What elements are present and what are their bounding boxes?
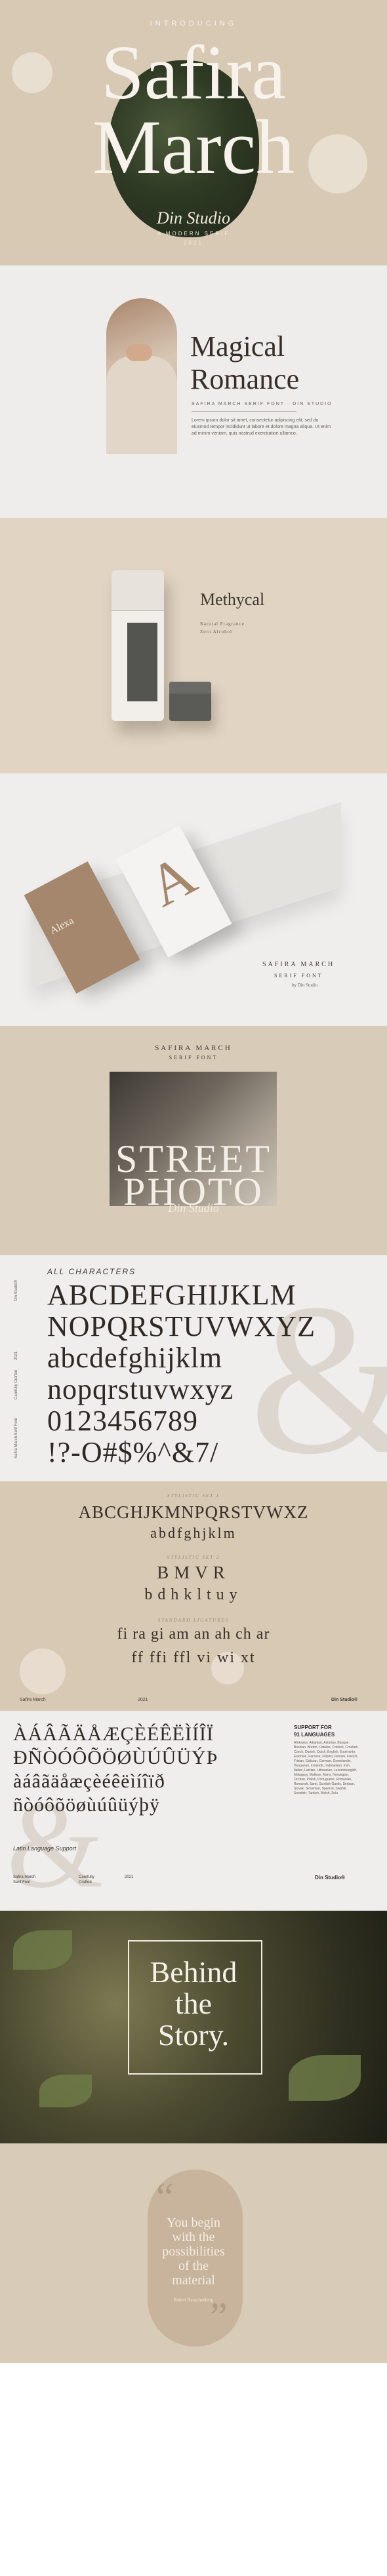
quote-line: possibilities <box>162 2244 225 2259</box>
footer-year: 2021 <box>138 1698 148 1702</box>
street-header: SAFIRA MARCH <box>155 1044 232 1052</box>
char-row: nopqrstuvwxyz <box>47 1373 234 1405</box>
romance-title-line-2: Romance <box>190 363 300 395</box>
intro-kicker: INTRODUCING <box>150 20 237 28</box>
romance-body: Lorem ipsum dolor sit amet, consectetur … <box>192 418 331 436</box>
romance-title: Magical Romance <box>190 330 299 396</box>
product-line-2: Zero Alcohol <box>200 629 233 634</box>
support-title-line-1: SUPPORT FOR <box>294 1725 332 1730</box>
footer-font-name: Safira March <box>20 1698 46 1702</box>
quote-line: of the <box>178 2259 209 2273</box>
characters-header: ALL CHARACTERS <box>47 1267 136 1276</box>
set2-uppercase: BMVR <box>157 1563 230 1582</box>
title-line-1: Safira <box>101 29 286 115</box>
intro-subtitle: A MODERN SERIF <box>157 231 230 237</box>
signature: Din Studio <box>157 208 230 227</box>
char-row: !?-O#$%^&7/ <box>47 1436 219 1468</box>
footer-craft-line-2: Crafted <box>79 1881 92 1884</box>
side-crafted: Carefully Crafted <box>14 1369 18 1399</box>
footer-year: 2021 <box>125 1875 134 1879</box>
tube-mockup <box>112 570 164 721</box>
footer-brand: Din Studio® <box>315 1875 345 1881</box>
street-section: SAFIRA MARCH SERIF FONT STREET PHOTO Din… <box>0 1026 387 1255</box>
latin-support-label: Latin Language Support <box>13 1845 77 1852</box>
support-title-line-2: 91 LANGUAGES <box>294 1732 335 1738</box>
set2-lowercase: bdhkltuy <box>144 1586 243 1603</box>
diacritics-section: & ÀÁÂÃÄÅÆÇÈÉÊËÌÍÎÏ ÐÑÒÓÔÕÖØÙÚÛÜÝÞ àáâãäå… <box>0 1711 387 1911</box>
quote-line: material <box>172 2273 215 2288</box>
story-line-1: Behind <box>150 1955 237 1989</box>
intro-section: INTRODUCING Safira March Din Studio A MO… <box>0 0 387 265</box>
set2-label: STYLISTIC SET 2 <box>167 1555 220 1560</box>
languages-list: Afrikaans, Albanian, Asturian, Basque, B… <box>294 1741 359 1795</box>
tube-label <box>127 623 157 701</box>
footer-brand: Din Studio® <box>331 1698 358 1702</box>
support-title: SUPPORT FOR 91 LANGUAGES <box>294 1724 335 1738</box>
diacritic-row: ÀÁÂÃÄÅÆÇÈÉÊËÌÍÎÏ <box>13 1723 214 1745</box>
diacritic-row: àáâãäåæçèéêëìíîïð <box>13 1770 165 1792</box>
quote-section: “ ” You begin with the possibilities of … <box>0 2143 387 2363</box>
characters-section: & ALL CHARACTERS Din Studio® 2021 Carefu… <box>0 1255 387 1481</box>
set1-uppercase: ABCGHJKMNPQRSTVWXZ <box>78 1502 309 1522</box>
side-year: 2021 <box>14 1351 18 1360</box>
stylistic-sets-section: STYLISTIC SET 1 ABCGHJKMNPQRSTVWXZ abdfg… <box>0 1481 387 1711</box>
leaf-shape <box>39 2075 92 2107</box>
romance-title-line-1: Magical <box>190 330 285 362</box>
divider <box>192 411 296 412</box>
footer-craft: Carefully Crafted <box>79 1875 94 1885</box>
story-line-3: Story. <box>157 2018 230 2052</box>
char-row: NOPQRSTUVWXYZ <box>47 1310 316 1342</box>
char-row: ABCDEFGHIJKLM <box>47 1279 296 1311</box>
packaging-section: Methycal Natural Fragrance Zero Alcohol <box>0 518 387 773</box>
ligatures-row-2: ff ffi ffl vi wi xt <box>131 1649 256 1666</box>
char-row: 0123456789 <box>47 1405 198 1437</box>
open-quote-icon: “ <box>156 2176 174 2219</box>
romance-tagline: SAFIRA MARCH SERIF FONT · DIN STUDIO <box>192 402 333 406</box>
char-row: abcdefghijklm <box>47 1342 223 1374</box>
quote-line: with the <box>172 2230 215 2244</box>
leaf-shape <box>289 2055 361 2101</box>
diacritic-row: ÐÑÒÓÔÕÖØÙÚÛÜÝÞ <box>13 1747 218 1768</box>
story-section: Behind the Story. <box>0 1911 387 2143</box>
product-name: Methycal <box>200 590 265 609</box>
hand-shape <box>126 344 152 361</box>
ligatures-label: STANDARD LIGATURES <box>157 1618 230 1623</box>
cards-caption-sub: SERIF FONT <box>274 973 323 979</box>
tube-cap <box>112 570 164 611</box>
quote-line: You begin <box>167 2215 220 2230</box>
product-line-1: Natural Fragrance <box>200 621 245 627</box>
arch-photo <box>106 298 177 454</box>
footer-font-name: Safira March <box>13 1875 36 1879</box>
side-font-name: Safira March Serif Font <box>14 1418 18 1458</box>
title-line-2: March <box>92 104 295 190</box>
footer-font: Safira March Serif Font <box>13 1875 35 1885</box>
sweater-shape <box>106 356 177 454</box>
side-brand: Din Studio® <box>14 1279 18 1301</box>
set1-lowercase: abdfghjklm <box>150 1525 237 1541</box>
cards-caption-by: by Din Studio <box>292 983 318 988</box>
street-signature: Din Studio <box>168 1201 219 1215</box>
set1-label: STYLISTIC SET 1 <box>167 1493 220 1498</box>
card-name: Alexa <box>48 915 76 937</box>
street-subheader: SERIF FONT <box>169 1055 218 1061</box>
footer-craft-line-1: Carefully <box>79 1875 94 1879</box>
intro-year: 2021 <box>184 240 203 246</box>
cards-caption-title: SAFIRA MARCH <box>262 961 335 968</box>
cards-section: Alexa A SAFIRA MARCH SERIF FONT by Din S… <box>0 773 387 1026</box>
tin-mockup <box>169 682 211 721</box>
quote-author: Robert Rauschenberg <box>173 2297 214 2303</box>
romance-section: Magical Romance SAFIRA MARCH SERIF FONT … <box>0 265 387 518</box>
tin-lid <box>169 682 211 693</box>
story-line-2: the <box>174 1987 213 2020</box>
ligatures-row-1: fi ra gi am an ah ch ar <box>117 1626 270 1643</box>
footer-font-sub: Serif Font <box>13 1881 31 1884</box>
diacritic-row: ñòóôõöøùúûüýþÿ <box>13 1794 160 1816</box>
